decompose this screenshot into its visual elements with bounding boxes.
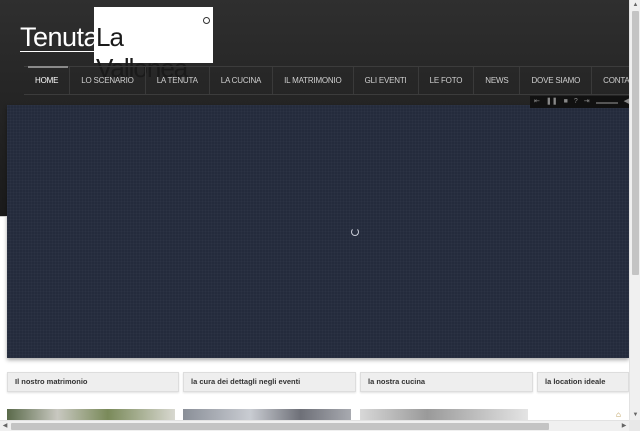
nav-item-la-tenuta[interactable]: LA TENUTA xyxy=(146,67,210,94)
nav-item-news[interactable]: NEWS xyxy=(474,67,521,94)
scroll-left-icon[interactable]: ◀ xyxy=(0,421,10,431)
pause-icon[interactable]: ❚❚ xyxy=(546,96,558,108)
horizontal-scroll-thumb[interactable] xyxy=(11,423,549,430)
image-slider[interactable] xyxy=(7,105,629,358)
scroll-up-icon[interactable]: ▲ xyxy=(630,0,640,10)
scroll-down-icon[interactable]: ▼ xyxy=(630,410,640,420)
slider-controls: ⇤ ❚❚ ■ ? ⇥ ◀ xyxy=(530,96,629,108)
nav-divider-bottom xyxy=(24,94,629,95)
nav-item-la-cucina[interactable]: LA CUCINA xyxy=(210,67,274,94)
vertical-scrollbar[interactable]: ▲ ▼ xyxy=(629,0,640,420)
tab-la-cura-dei-dettagli[interactable]: la cura dei dettagli negli eventi xyxy=(183,372,356,392)
slider-progress-bar[interactable] xyxy=(595,101,618,104)
home-icon[interactable]: ⌂ xyxy=(616,410,625,419)
main-nav: HOME LO SCENARIO LA TENUTA LA CUCINA IL … xyxy=(24,67,640,94)
nav-item-le-foto[interactable]: LE FOTO xyxy=(419,67,475,94)
scrollbar-corner xyxy=(629,420,640,431)
logo-tenuta-text[interactable]: Tenuta xyxy=(20,22,99,53)
stop-icon[interactable]: ■ xyxy=(564,96,568,108)
scroll-right-icon[interactable]: ▶ xyxy=(619,421,629,431)
nav-item-dove-siamo[interactable]: DOVE SIAMO xyxy=(520,67,593,94)
prev-icon[interactable]: ⇤ xyxy=(534,96,540,108)
nav-item-lo-scenario[interactable]: LO SCENARIO xyxy=(70,67,146,94)
feature-tabs: Il nostro matrimonio la cura dei dettagl… xyxy=(7,372,629,392)
loading-spinner-icon xyxy=(351,228,359,236)
nav-item-gli-eventi[interactable]: GLI EVENTI xyxy=(354,67,419,94)
nav-item-il-matrimonio[interactable]: IL MATRIMONIO xyxy=(273,67,354,94)
nav-item-home[interactable]: HOME xyxy=(24,67,71,94)
registered-mark-icon xyxy=(203,17,210,24)
tab-la-nostra-cucina[interactable]: la nostra cucina xyxy=(360,372,533,392)
tab-la-location-ideale[interactable]: la location ideale xyxy=(537,372,629,392)
logo-box[interactable]: La Vallonea xyxy=(94,7,213,83)
vertical-scroll-thumb[interactable] xyxy=(632,11,639,275)
tab-il-nostro-matrimonio[interactable]: Il nostro matrimonio xyxy=(7,372,179,392)
header-edge xyxy=(0,216,7,217)
next-icon[interactable]: ⇥ xyxy=(584,96,590,108)
horizontal-scrollbar[interactable]: ◀ ▶ xyxy=(0,420,629,431)
help-icon[interactable]: ? xyxy=(574,96,578,108)
